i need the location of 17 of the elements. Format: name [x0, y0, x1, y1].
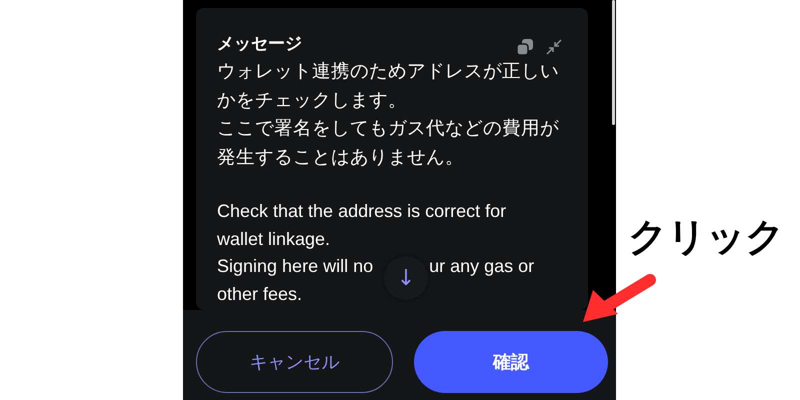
- message-text: Signing here will no: [217, 255, 374, 278]
- message-text: Check that the address is correct for: [217, 200, 506, 223]
- confirm-button[interactable]: 確認: [414, 331, 608, 393]
- click-label: クリック: [628, 214, 784, 262]
- message-text: ここで署名をしてもガス代などの費用が: [217, 117, 559, 141]
- message-title: メッセージ: [217, 33, 302, 56]
- message-text: ur any gas or: [429, 255, 534, 278]
- message-text: 発生することはありません。: [217, 146, 464, 170]
- message-text: かをチェックします。: [217, 88, 407, 112]
- message-text: ウォレット連携のためアドレスが正しい: [217, 60, 559, 84]
- scroll-down-button[interactable]: ↓: [384, 256, 428, 300]
- cancel-button[interactable]: キャンセル: [196, 331, 392, 393]
- copy-icon[interactable]: [516, 38, 534, 56]
- message-text: other fees.: [217, 282, 302, 306]
- message-text: wallet linkage.: [217, 228, 330, 251]
- collapse-icon[interactable]: [546, 39, 562, 55]
- scrollbar-thumb[interactable]: [612, 0, 615, 125]
